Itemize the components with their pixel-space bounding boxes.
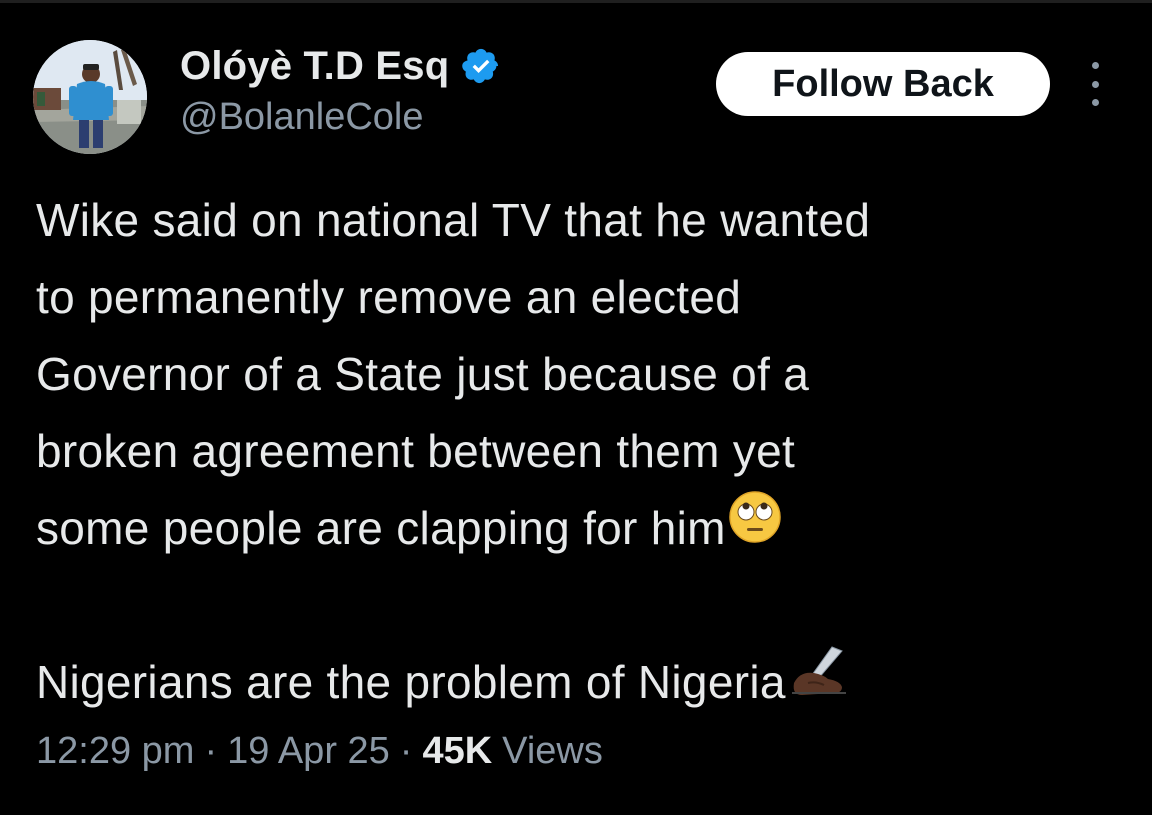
author-avatar[interactable]: [33, 40, 147, 154]
meta-separator: ·: [399, 730, 413, 772]
face-with-rolling-eyes-emoji-icon: [728, 490, 782, 567]
more-options-icon[interactable]: [1080, 62, 1110, 106]
tweet-line: broken agreement between them yet: [36, 425, 796, 477]
author-name-row[interactable]: Olóyè T.D Esq: [180, 38, 501, 94]
writing-hand-emoji-icon: [788, 643, 848, 722]
tweet-date[interactable]: 19 Apr 25: [227, 730, 390, 773]
meta-separator: ·: [204, 730, 218, 772]
views-count[interactable]: 45K: [422, 730, 492, 773]
tweet-line: to permanently remove an elected: [36, 271, 742, 323]
author-handle[interactable]: @BolanleCole: [180, 96, 424, 139]
views-label[interactable]: Views: [502, 730, 603, 773]
tweet-time[interactable]: 12:29 pm: [36, 730, 194, 773]
follow-back-button[interactable]: Follow Back: [716, 52, 1050, 116]
tweet-line: Governor of a State just because of a: [36, 348, 810, 400]
tweet-line-with-emoji: some people are clapping for him: [36, 490, 1136, 567]
tweet-text: Wike said on national TV that he wanted …: [36, 182, 1136, 721]
tweet-metadata: 12:29 pm · 19 Apr 25 · 45K Views: [36, 730, 603, 773]
author-display-name[interactable]: Olóyè T.D Esq: [180, 44, 449, 89]
tweet-line: Nigerians are the problem of Nigeria: [36, 656, 786, 708]
tweet-line: Wike said on national TV that he wanted: [36, 194, 871, 246]
top-divider: [0, 0, 1152, 3]
avatar-photo-icon: [33, 40, 147, 154]
tweet-line: some people are clapping for him: [36, 502, 726, 554]
tweet-line-with-emoji: Nigerians are the problem of Nigeria: [36, 644, 1136, 721]
verified-badge-icon[interactable]: [461, 46, 501, 86]
